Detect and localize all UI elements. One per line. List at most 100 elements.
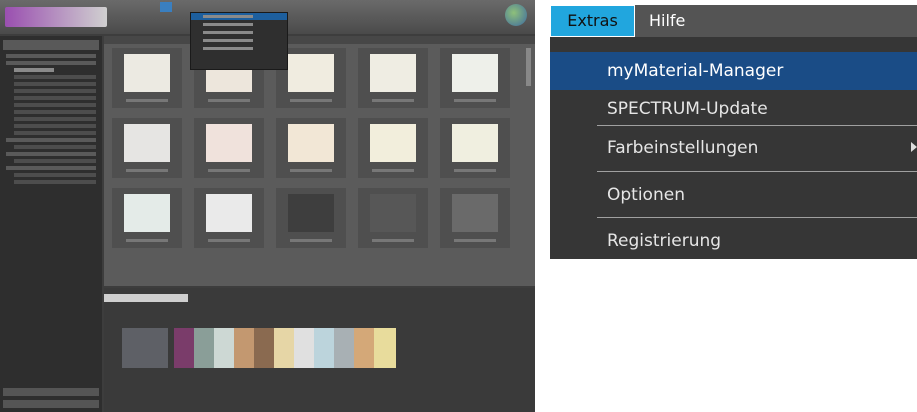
sidebar-item[interactable] [14, 131, 96, 135]
sidebar-item[interactable] [6, 61, 96, 65]
material-caption [372, 169, 414, 172]
sidebar-item[interactable] [14, 117, 96, 121]
sidebar-item[interactable] [14, 82, 96, 86]
material-caption [208, 169, 250, 172]
app-dropdown-item[interactable] [191, 45, 287, 52]
strip-material-card[interactable] [254, 328, 276, 368]
material-caption [126, 239, 168, 242]
sidebar-item[interactable] [14, 159, 96, 163]
menu-item-mymaterial-manager[interactable]: myMaterial-Manager [550, 52, 917, 90]
menu-extras[interactable]: Extras [550, 5, 635, 37]
menu-item-label: myMaterial-Manager [607, 61, 784, 81]
strip-material-card[interactable] [194, 328, 216, 368]
material-swatch [452, 54, 498, 92]
material-caption [290, 239, 332, 242]
sidebar-item[interactable] [14, 103, 96, 107]
app-sidebar [0, 36, 102, 412]
material-tile[interactable] [358, 118, 428, 178]
menu-item-optionen[interactable]: Optionen [550, 176, 917, 214]
strip-material-card[interactable] [294, 328, 316, 368]
material-tile[interactable] [440, 188, 510, 248]
material-swatch [288, 54, 334, 92]
sidebar-item-selected[interactable] [14, 68, 54, 72]
sidebar-footer-bar [3, 388, 99, 396]
app-menu-item-extras[interactable] [160, 2, 173, 12]
material-swatch [370, 54, 416, 92]
menu-item-label: Optionen [607, 185, 685, 205]
menu-item-label: SPECTRUM-Update [607, 99, 768, 119]
menubar: Extras Hilfe [550, 5, 917, 37]
sidebar-item[interactable] [14, 173, 96, 177]
material-tile[interactable] [112, 188, 182, 248]
sidebar-item[interactable] [14, 124, 96, 128]
sidebar-item[interactable] [14, 89, 96, 93]
material-strip-panel [104, 288, 535, 412]
material-tile[interactable] [112, 118, 182, 178]
material-caption [126, 169, 168, 172]
app-dropdown-item[interactable] [191, 37, 287, 44]
material-caption [372, 99, 414, 102]
strip-material-card[interactable] [334, 328, 356, 368]
menu-item-farbeinstellungen[interactable]: Farbeinstellungen [550, 129, 917, 167]
app-dropdown-item[interactable] [191, 21, 287, 28]
menu-item-registrierung[interactable]: Registrierung [550, 222, 917, 260]
sidebar-item[interactable] [6, 166, 96, 170]
sidebar-item[interactable] [14, 145, 96, 149]
material-tile[interactable] [194, 188, 264, 248]
strip-material-card[interactable] [314, 328, 336, 368]
material-caption [372, 239, 414, 242]
menu-separator [597, 217, 917, 218]
material-swatch [452, 124, 498, 162]
strip-material-card[interactable] [354, 328, 376, 368]
sidebar-item[interactable] [6, 138, 96, 142]
sidebar-item[interactable] [14, 180, 96, 184]
material-swatch [452, 194, 498, 232]
app-dropdown-item[interactable] [191, 13, 287, 20]
sidebar-item[interactable] [14, 96, 96, 100]
strip-material-card[interactable] [214, 328, 236, 368]
material-caption [290, 169, 332, 172]
app-screenshot [0, 0, 535, 412]
strip-toolbar-field[interactable] [104, 294, 188, 302]
menu-item-label: Farbeinstellungen [607, 138, 759, 158]
material-tile[interactable] [194, 118, 264, 178]
grid-toolbar [104, 36, 535, 44]
sidebar-item[interactable] [14, 110, 96, 114]
strip-material-card[interactable] [174, 328, 196, 368]
sidebar-item[interactable] [6, 54, 96, 58]
material-swatch [288, 194, 334, 232]
material-tile[interactable] [276, 118, 346, 178]
app-menu-item[interactable] [120, 2, 126, 12]
menu-item-label: Registrierung [607, 231, 722, 251]
material-swatch [288, 124, 334, 162]
menu-separator [597, 171, 917, 172]
grid-scrollbar[interactable] [526, 48, 531, 86]
extras-menu-zoom: Extras Hilfe myMaterial-Manager SPECTRUM… [550, 5, 917, 259]
material-tile[interactable] [358, 48, 428, 108]
material-swatch [124, 194, 170, 232]
globe-icon [505, 4, 527, 26]
material-tile[interactable] [112, 48, 182, 108]
material-swatch [370, 124, 416, 162]
material-tile[interactable] [440, 48, 510, 108]
material-caption [454, 99, 496, 102]
menu-item-spectrum-update[interactable]: SPECTRUM-Update [550, 90, 917, 128]
app-dropdown-item[interactable] [191, 29, 287, 36]
material-caption [290, 99, 332, 102]
strip-material-card[interactable] [374, 328, 396, 368]
sidebar-item[interactable] [6, 152, 96, 156]
material-tile[interactable] [440, 118, 510, 178]
sidebar-item[interactable] [14, 75, 96, 79]
menu-hilfe[interactable]: Hilfe [649, 5, 685, 37]
material-tile[interactable] [358, 188, 428, 248]
material-caption [208, 99, 250, 102]
strip-material-card[interactable] [234, 328, 256, 368]
material-tile[interactable] [276, 188, 346, 248]
strip-material-card[interactable] [274, 328, 296, 368]
app-menu-item[interactable] [132, 2, 140, 12]
menu-separator [597, 125, 917, 126]
strip-material-card[interactable] [122, 328, 168, 368]
app-menu-item[interactable] [178, 2, 183, 12]
app-menu-item[interactable] [146, 2, 154, 12]
submenu-arrow-icon [911, 142, 917, 152]
